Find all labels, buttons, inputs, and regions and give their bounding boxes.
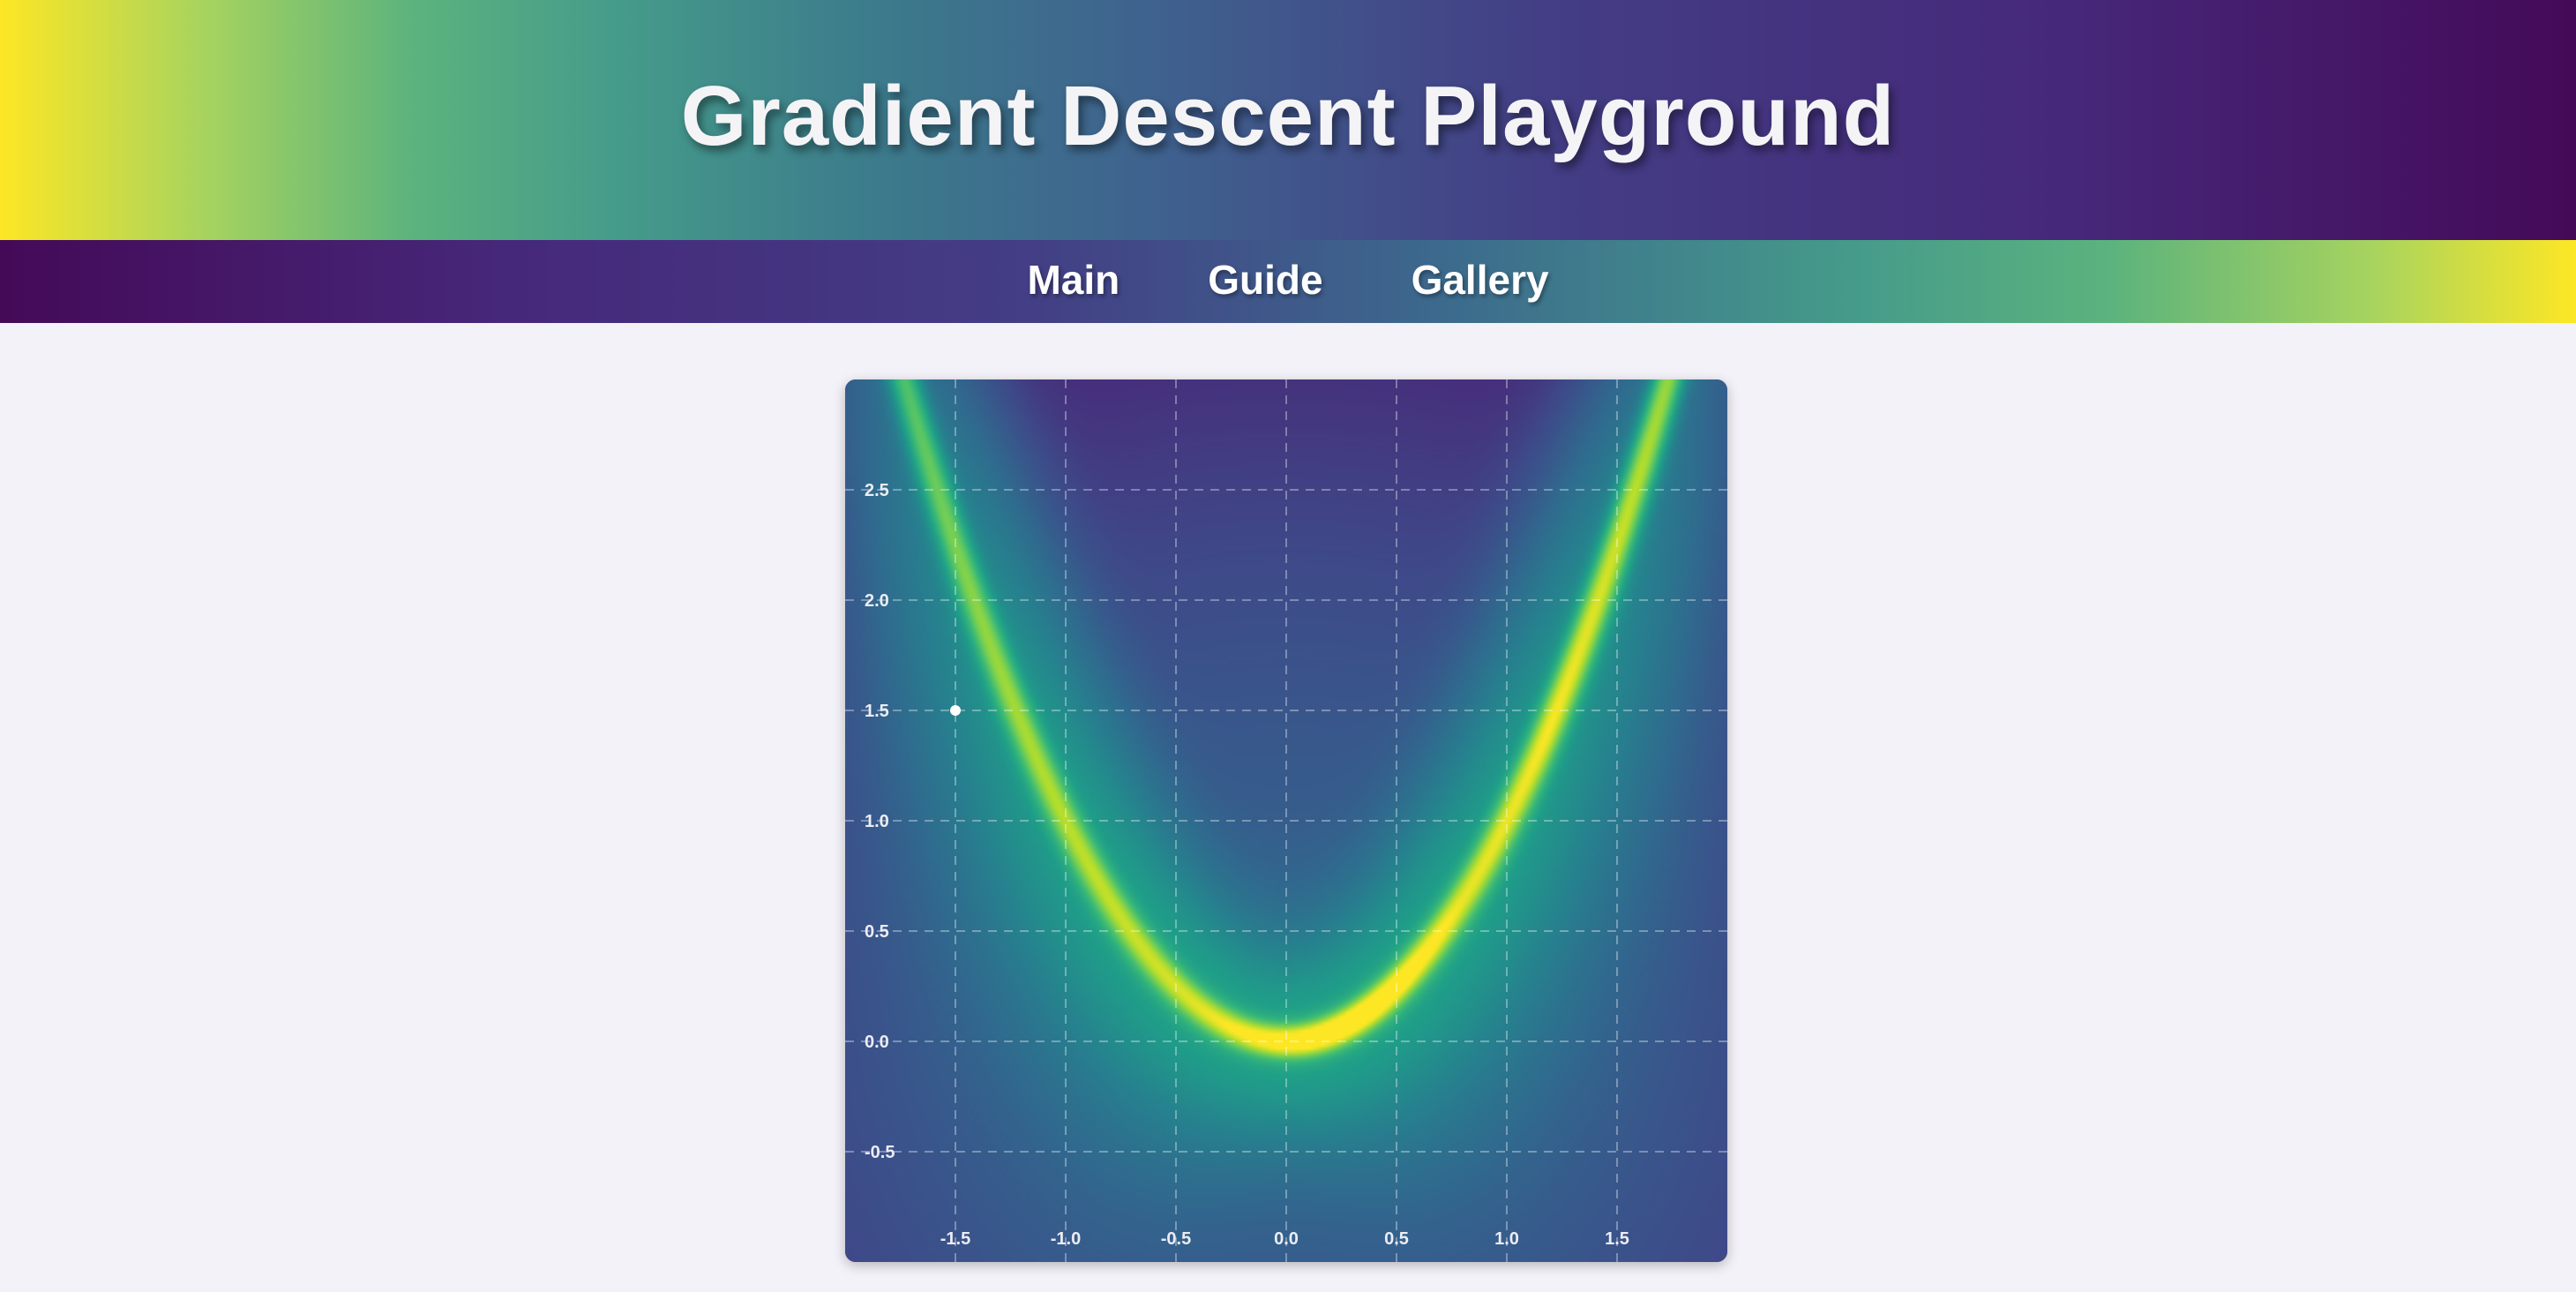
y-tick-label: 2.5	[865, 481, 889, 500]
marker-layer	[950, 705, 961, 716]
app-header: Gradient Descent Playground	[0, 0, 2576, 240]
x-tick-label: 1.5	[1605, 1229, 1629, 1249]
y-tick-label: 0.5	[865, 922, 889, 942]
y-tick-label: 0.0	[865, 1033, 889, 1052]
y-tick-label: -0.5	[865, 1143, 895, 1162]
nav-bar: Main Guide Gallery	[0, 240, 2576, 323]
x-tick-label: 1.0	[1494, 1229, 1519, 1249]
start-point-marker[interactable]	[950, 705, 961, 716]
x-tick-label: -1.0	[1051, 1229, 1081, 1249]
page-title: Gradient Descent Playground	[680, 69, 1896, 163]
x-tick-label: -1.5	[940, 1229, 970, 1249]
x-tick-label: 0.5	[1384, 1229, 1409, 1249]
plot-canvas[interactable]: -1.5 -1.0 -0.5 0.0 0.5 1.0 1.5 2.5 2.0 1.5 1.0 0.5 0…	[845, 379, 1727, 1262]
nav-guide-link[interactable]: Guide	[1208, 256, 1322, 304]
x-tick-label: -0.5	[1161, 1229, 1191, 1249]
nav-gallery-link[interactable]: Gallery	[1412, 256, 1549, 304]
y-tick-label: 1.0	[865, 812, 889, 831]
nav-main-link[interactable]: Main	[1027, 256, 1120, 304]
y-tick-label: 1.5	[865, 702, 889, 721]
x-tick-label: 0.0	[1274, 1229, 1299, 1249]
y-tick-label: 2.0	[865, 591, 889, 611]
loss-surface-plot[interactable]: -1.5 -1.0 -0.5 0.0 0.5 1.0 1.5 2.5 2.0 1.5 1.0 0.5 0…	[845, 379, 1727, 1262]
